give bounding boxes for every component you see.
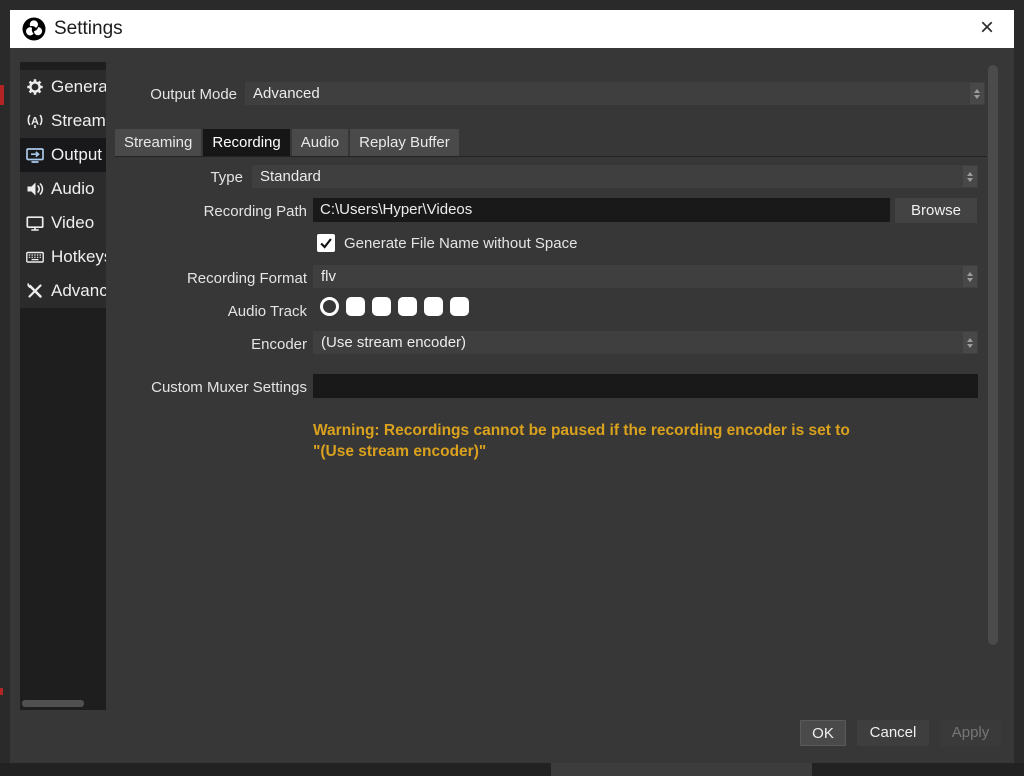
- spinner-arrows-icon: [963, 166, 977, 187]
- browse-button[interactable]: Browse: [895, 198, 977, 223]
- output-mode-value: Advanced: [253, 85, 320, 102]
- spinner-arrows-icon: [963, 332, 977, 353]
- gear-icon: [25, 77, 45, 97]
- broadcast-icon: A: [25, 111, 45, 131]
- monitor-icon: [25, 213, 45, 233]
- sidebar-item-label: Output: [51, 145, 102, 165]
- background-strip: [0, 763, 1024, 776]
- warning-line-2: "(Use stream encoder)": [313, 441, 973, 462]
- spinner-arrows-icon: [970, 83, 984, 104]
- encoder-label: Encoder: [100, 335, 307, 355]
- close-button[interactable]: ×: [972, 10, 1002, 48]
- recording-format-label: Recording Format: [100, 269, 307, 289]
- ok-button[interactable]: OK: [800, 720, 846, 746]
- output-monitor-icon: [25, 145, 45, 165]
- sidebar-item-label: Advanced: [51, 281, 106, 301]
- tab-replay-buffer[interactable]: Replay Buffer: [350, 129, 459, 156]
- sidebar-item-hotkeys[interactable]: Hotkeys: [20, 240, 106, 274]
- custom-muxer-label: Custom Muxer Settings: [100, 378, 307, 398]
- sidebar-horizontal-scrollbar[interactable]: [22, 700, 104, 707]
- background-artifact: [0, 85, 4, 105]
- sidebar-item-advanced[interactable]: Advanced: [20, 274, 106, 308]
- desktop-background: Settings × General: [0, 0, 1024, 776]
- settings-category-list: General A Stream: [20, 62, 106, 710]
- spinner-arrows-icon: [963, 266, 977, 287]
- audio-track-toggle[interactable]: [398, 297, 417, 316]
- recording-path-label: Recording Path: [100, 202, 307, 222]
- output-tabs: Streaming Recording Audio Replay Buffer: [115, 129, 461, 156]
- sidebar-item-stream[interactable]: A Stream: [20, 104, 106, 138]
- type-value: Standard: [260, 168, 321, 185]
- audio-track-toggle[interactable]: [320, 297, 339, 316]
- sidebar-item-video[interactable]: Video: [20, 206, 106, 240]
- background-window-fragment: [551, 763, 812, 776]
- sidebar-item-output[interactable]: Output: [20, 138, 106, 172]
- settings-dialog: Settings × General: [10, 10, 1014, 763]
- audio-track-toggle[interactable]: [372, 297, 391, 316]
- audio-track-group: [320, 297, 469, 316]
- obs-logo-icon: [22, 17, 46, 41]
- tab-streaming[interactable]: Streaming: [115, 129, 201, 156]
- tab-recording[interactable]: Recording: [203, 129, 289, 156]
- background-artifact: [0, 688, 3, 695]
- type-label: Type: [100, 168, 243, 188]
- sidebar-item-label: Stream: [51, 111, 106, 131]
- recording-format-value: flv: [321, 268, 336, 285]
- audio-track-label: Audio Track: [100, 302, 307, 322]
- keyboard-icon: [25, 247, 45, 267]
- title-bar: Settings ×: [10, 10, 1014, 48]
- tools-icon: [25, 281, 45, 301]
- scrollbar-thumb[interactable]: [22, 700, 84, 707]
- encoder-value: (Use stream encoder): [321, 334, 466, 351]
- speaker-icon: [25, 179, 45, 199]
- recording-warning-text: Warning: Recordings cannot be paused if …: [313, 420, 973, 462]
- sidebar-item-label: Hotkeys: [51, 247, 106, 267]
- checkmark-icon: [318, 235, 334, 251]
- cancel-button[interactable]: Cancel: [857, 720, 929, 746]
- settings-vertical-scrollbar[interactable]: [988, 65, 998, 645]
- apply-button[interactable]: Apply: [940, 720, 1001, 746]
- audio-track-toggle[interactable]: [424, 297, 443, 316]
- tab-pane-border: [115, 156, 987, 157]
- sidebar-item-label: Audio: [51, 179, 94, 199]
- recording-format-select[interactable]: flv: [313, 265, 978, 288]
- type-select[interactable]: Standard: [252, 165, 978, 188]
- warning-line-1: Warning: Recordings cannot be paused if …: [313, 420, 973, 441]
- encoder-select[interactable]: (Use stream encoder): [313, 331, 978, 354]
- generate-filename-label: Generate File Name without Space: [344, 235, 577, 252]
- custom-muxer-input[interactable]: [313, 374, 978, 398]
- sidebar-item-label: Video: [51, 213, 94, 233]
- audio-track-toggle[interactable]: [346, 297, 365, 316]
- output-mode-select[interactable]: Advanced: [245, 82, 985, 105]
- dialog-title: Settings: [54, 10, 123, 48]
- recording-path-input[interactable]: C:\Users\Hyper\Videos: [313, 198, 890, 222]
- tab-audio[interactable]: Audio: [292, 129, 348, 156]
- sidebar-item-audio[interactable]: Audio: [20, 172, 106, 206]
- generate-filename-checkbox[interactable]: [317, 234, 335, 252]
- audio-track-toggle[interactable]: [450, 297, 469, 316]
- output-mode-label: Output Mode: [80, 85, 237, 105]
